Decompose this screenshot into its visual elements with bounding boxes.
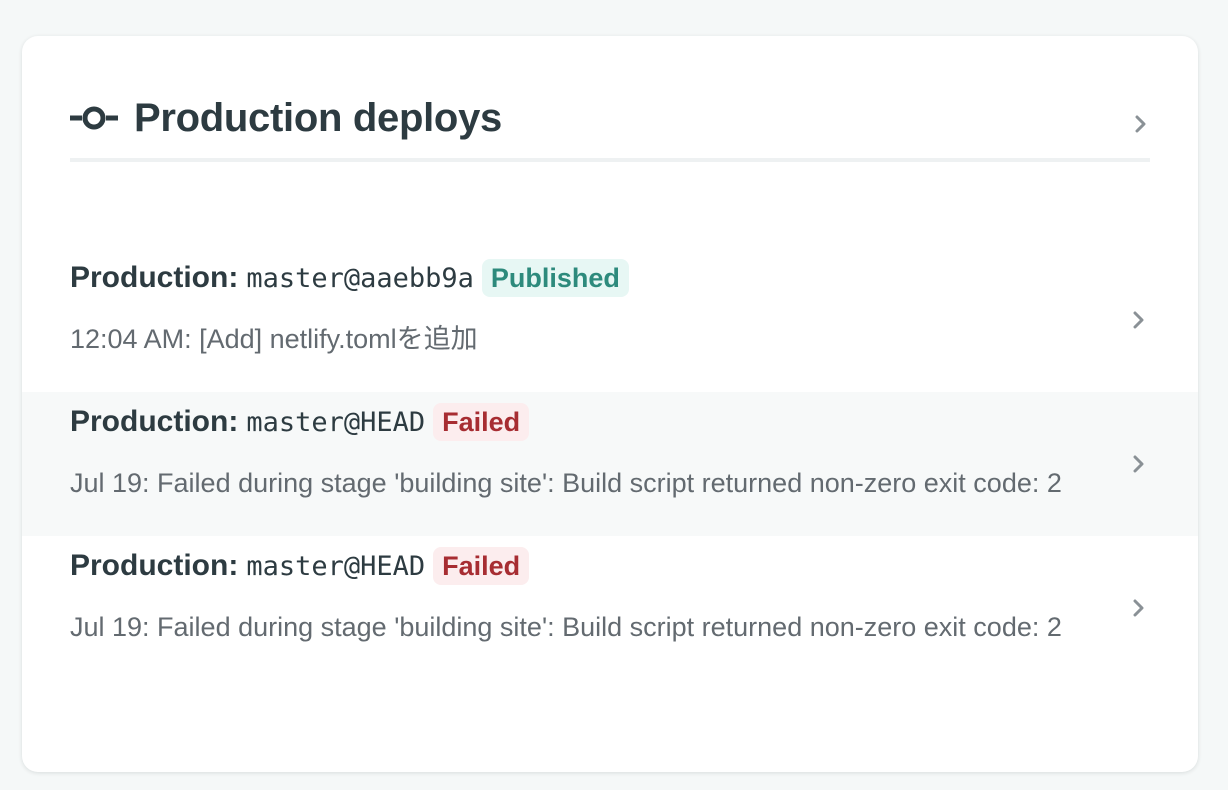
deploy-ref: master@HEAD [246, 406, 426, 438]
deploy-ref: master@HEAD [246, 550, 426, 582]
deploy-ref: master@aaebb9a [246, 262, 474, 294]
chevron-right-icon [1133, 311, 1144, 329]
chevron-right-icon [1133, 455, 1144, 473]
deploy-row[interactable]: Production: master@HEAD Failed Jul 19: F… [22, 536, 1198, 680]
deploy-context: Production: [70, 549, 239, 582]
page-title: Production deploys [134, 96, 502, 140]
deploy-context: Production: [70, 261, 239, 294]
deploy-description: 12:04 AM: [Add] netlify.tomlを追加 [70, 324, 478, 354]
deploy-list: Production: master@aaebb9a Published 12:… [22, 248, 1198, 680]
chevron-right-icon [1133, 599, 1144, 617]
production-deploys-header-link[interactable]: Production deploys [70, 88, 1150, 162]
deploy-description: Jul 19: Failed during stage 'building si… [70, 612, 1062, 642]
status-badge: Failed [433, 403, 530, 441]
chevron-right-icon [1135, 115, 1146, 133]
deploy-title: Production: master@HEAD Failed [70, 402, 530, 442]
deploy-description: Jul 19: Failed during stage 'building si… [70, 468, 1062, 498]
deploy-title: Production: master@aaebb9a Published [70, 258, 629, 298]
deploy-context: Production: [70, 405, 239, 438]
deploy-row[interactable]: Production: master@aaebb9a Published 12:… [22, 248, 1198, 392]
status-badge: Failed [433, 547, 530, 585]
deploy-title: Production: master@HEAD Failed [70, 546, 530, 586]
status-badge: Published [481, 259, 629, 297]
production-deploys-card: Production deploys Production: master@aa… [22, 36, 1198, 772]
deploy-row[interactable]: Production: master@HEAD Failed Jul 19: F… [22, 392, 1198, 536]
git-commit-icon [70, 106, 118, 130]
